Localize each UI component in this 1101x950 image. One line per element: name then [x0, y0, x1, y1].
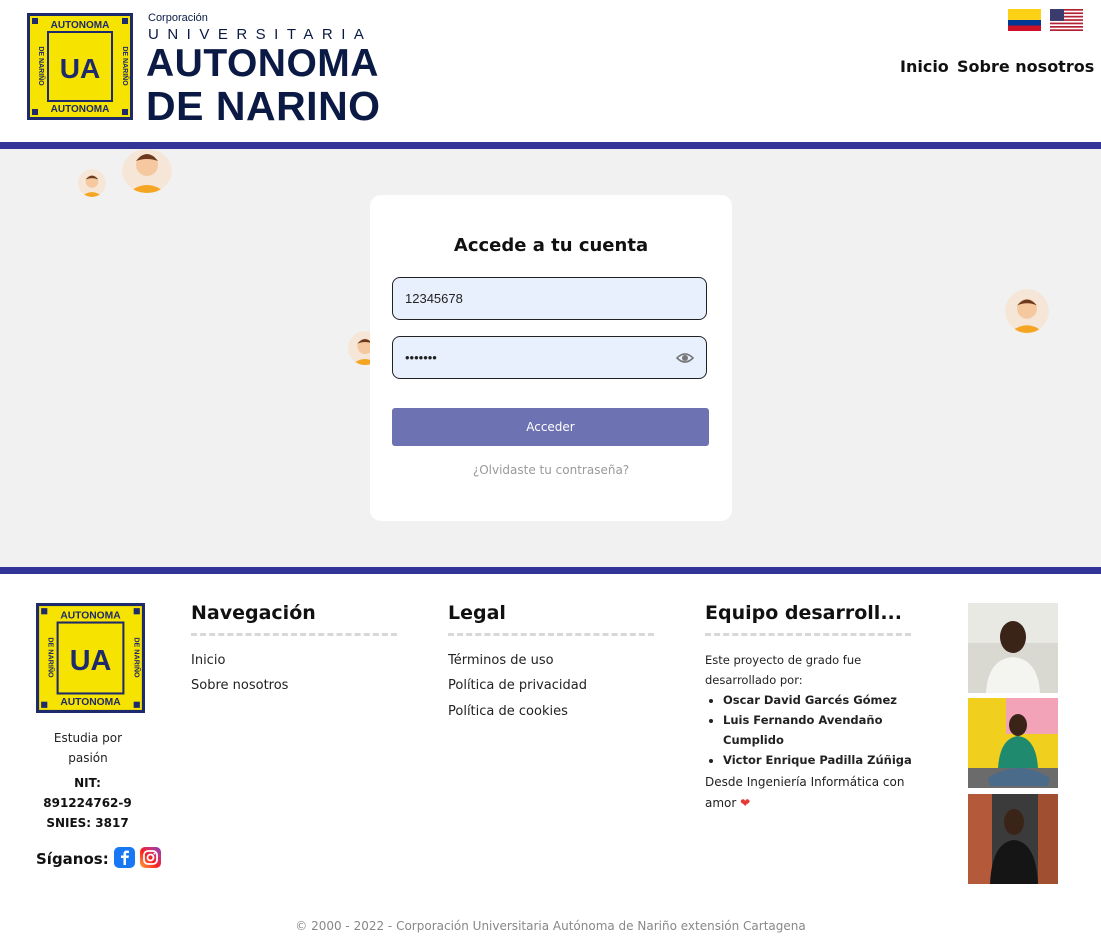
brand-line-corporacion: Corporación — [148, 12, 208, 24]
heart-icon: ❤ — [740, 796, 751, 810]
brand-wordmark[interactable]: Corporación UNIVERSITARIA AUTONOMA DE NA… — [146, 12, 396, 129]
footer-logo: AUTONOMA AUTONOMA DE NARIÑO DE NARIÑO UA — [36, 603, 145, 713]
logo-text-top: AUTONOMA — [51, 20, 110, 31]
university-logo[interactable]: AUTONOMA AUTONOMA DE NARIÑO DE NARIÑO UA — [27, 13, 133, 120]
footer-team-divider — [705, 633, 911, 636]
login-submit-button[interactable]: Acceder — [392, 408, 709, 446]
footer-logo-text-right: DE NARIÑO — [133, 637, 142, 678]
copyright: © 2000 - 2022 - Corporación Universitari… — [295, 919, 806, 933]
footer-divider-band — [0, 567, 1101, 574]
footer-link-privacidad[interactable]: Política de privacidad — [448, 678, 587, 693]
footer-link-terminos[interactable]: Términos de uso — [448, 653, 554, 668]
team-list: Oscar David Garcés Gómez Luis Fernando A… — [705, 690, 915, 770]
usa-flag-icon[interactable] — [1050, 9, 1083, 31]
password-field[interactable] — [392, 336, 707, 379]
follow-label: Síganos: — [36, 850, 109, 868]
team-intro: Este proyecto de grado fue desarrollado … — [705, 653, 862, 687]
login-card: Accede a tu cuenta Acceder ¿Olvidaste tu… — [370, 195, 732, 521]
instagram-icon[interactable] — [140, 847, 161, 868]
footer-logo-monogram: UA — [70, 645, 112, 677]
footer-nav-title: Navegación — [191, 602, 316, 624]
password-input[interactable] — [393, 337, 706, 378]
login-section: Accede a tu cuenta Acceder ¿Olvidaste tu… — [0, 149, 1101, 567]
team-member: Oscar David Garcés Gómez — [723, 690, 915, 710]
slogan: Estudia por pasión — [53, 731, 123, 765]
brand-line-universitaria: UNIVERSITARIA — [148, 26, 373, 43]
brand-line-autonoma: AUTONOMA — [146, 42, 379, 85]
nit-label: NIT: — [74, 776, 101, 790]
username-field[interactable] — [392, 277, 707, 320]
forgot-password-link[interactable]: ¿Olvidaste tu contraseña? — [370, 463, 732, 477]
team-photo-1 — [968, 603, 1058, 693]
team-section: Este proyecto de grado fue desarrollado … — [705, 650, 915, 814]
floating-avatar-icon — [122, 149, 172, 193]
nit-info: NIT: 891224762-9 SNIES: 3817 — [30, 773, 145, 833]
brand-line-de-narino: DE NARINO — [146, 83, 381, 129]
login-title: Accede a tu cuenta — [453, 235, 649, 256]
logo-text-right: DE NARIÑO — [121, 46, 130, 86]
site-footer: AUTONOMA AUTONOMA DE NARIÑO DE NARIÑO UA… — [0, 574, 1101, 950]
nav-link-sobre-nosotros[interactable]: Sobre nosotros — [957, 57, 1094, 76]
floating-avatar-icon — [1005, 289, 1049, 333]
site-header: AUTONOMA AUTONOMA DE NARIÑO DE NARIÑO UA… — [0, 0, 1101, 142]
eye-icon[interactable] — [675, 350, 695, 366]
logo-text-left: DE NARIÑO — [37, 46, 46, 86]
footer-logo-text-left: DE NARIÑO — [46, 637, 55, 678]
team-member: Victor Enrique Padilla Zúñiga — [723, 750, 915, 770]
team-outro-text: Desde Ingeniería Informática con amor — [705, 775, 905, 810]
logo-text-bottom: AUTONOMA — [51, 104, 110, 115]
team-photo-3 — [968, 794, 1058, 884]
nav-link-inicio[interactable]: Inicio — [900, 57, 949, 76]
footer-logo-text-top: AUTONOMA — [60, 610, 121, 621]
team-member: Luis Fernando Avendaño Cumplido — [723, 710, 915, 750]
username-input[interactable] — [393, 278, 706, 319]
footer-team-title: Equipo desarroll... — [705, 602, 902, 624]
footer-link-inicio[interactable]: Inicio — [191, 653, 225, 668]
footer-nav-divider — [191, 633, 397, 636]
footer-link-cookies[interactable]: Política de cookies — [448, 704, 568, 719]
footer-link-sobre-nosotros[interactable]: Sobre nosotros — [191, 678, 288, 693]
footer-legal-divider — [448, 633, 654, 636]
logo-monogram: UA — [60, 53, 100, 84]
header-divider-band — [0, 142, 1101, 149]
facebook-icon[interactable] — [114, 847, 135, 868]
footer-logo-text-bottom: AUTONOMA — [60, 697, 121, 708]
footer-legal-title: Legal — [448, 602, 506, 624]
colombia-flag-icon[interactable] — [1008, 9, 1041, 31]
snies-value: SNIES: 3817 — [46, 816, 129, 830]
floating-avatar-icon — [78, 169, 106, 197]
team-outro: Desde Ingeniería Informática con amor ❤ — [705, 772, 915, 814]
nit-value: 891224762-9 — [43, 796, 132, 810]
team-photo-2 — [968, 698, 1058, 788]
